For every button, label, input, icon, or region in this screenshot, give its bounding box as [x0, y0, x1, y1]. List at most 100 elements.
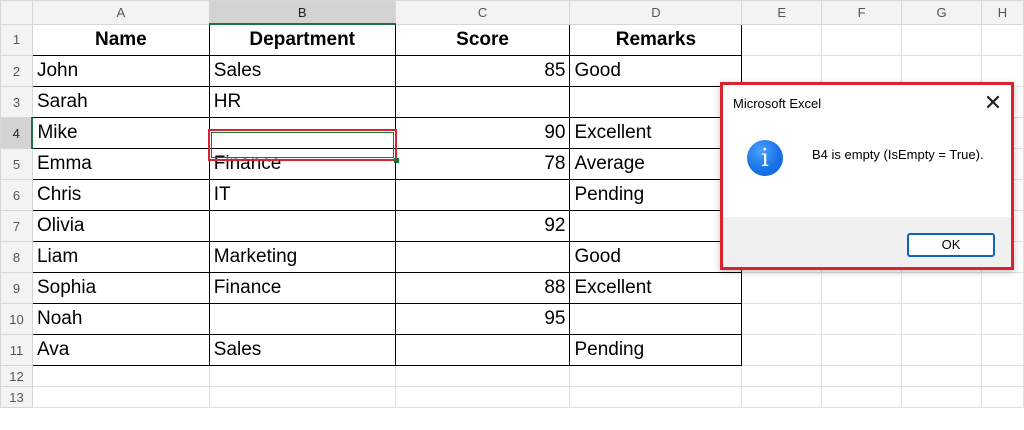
ok-button[interactable]: OK [907, 233, 995, 257]
cell[interactable] [394, 386, 571, 408]
cell[interactable] [208, 386, 396, 408]
cell[interactable] [821, 23, 903, 56]
cell[interactable]: Olivia [31, 210, 210, 242]
row-header[interactable]: 8 [0, 241, 33, 273]
cell[interactable] [821, 334, 903, 366]
row-header[interactable]: 11 [0, 334, 33, 366]
row-header[interactable]: 2 [0, 55, 33, 87]
column-header-d[interactable]: D [569, 0, 743, 25]
row-header[interactable]: 1 [0, 23, 33, 56]
cell[interactable]: Sales [208, 334, 396, 366]
cell[interactable] [394, 86, 571, 118]
cell[interactable]: Sophia [31, 272, 210, 304]
row-header[interactable]: 12 [0, 365, 33, 387]
cell[interactable] [821, 303, 903, 335]
cell[interactable]: 78 [394, 148, 571, 180]
cell[interactable] [569, 303, 743, 335]
cell[interactable] [741, 272, 823, 304]
cell[interactable]: Pending [569, 179, 743, 211]
cell[interactable]: Marketing [208, 241, 396, 273]
row-header[interactable]: 3 [0, 86, 33, 118]
cell[interactable]: 95 [394, 303, 571, 335]
cell[interactable]: Chris [31, 179, 210, 211]
cell[interactable] [980, 365, 1024, 387]
row-header[interactable]: 13 [0, 386, 33, 408]
row-header[interactable]: 4 [0, 117, 34, 149]
cell[interactable]: 85 [394, 55, 571, 87]
cell[interactable]: Mike [31, 117, 210, 149]
cell[interactable] [31, 365, 210, 387]
cell[interactable] [980, 386, 1024, 408]
cell[interactable] [569, 386, 743, 408]
row-header[interactable]: 6 [0, 179, 33, 211]
cell[interactable]: Finance [208, 148, 396, 180]
select-all-corner[interactable] [0, 0, 33, 25]
cell[interactable]: Pending [569, 334, 743, 366]
header-cell[interactable]: Name [31, 23, 210, 56]
cell[interactable]: Finance [208, 272, 396, 304]
cell[interactable]: Ava [31, 334, 210, 366]
cell[interactable]: Noah [31, 303, 210, 335]
cell[interactable] [901, 23, 982, 56]
dialog-title-bar[interactable]: Microsoft Excel ✕ [723, 85, 1011, 121]
cell[interactable] [901, 303, 982, 335]
cell[interactable] [31, 386, 210, 408]
cell[interactable] [901, 386, 982, 408]
cell[interactable] [980, 334, 1024, 366]
cell[interactable] [208, 365, 396, 387]
cell[interactable]: Excellent [569, 272, 743, 304]
cell[interactable] [980, 23, 1024, 56]
cell[interactable] [741, 303, 823, 335]
cell[interactable] [980, 303, 1024, 335]
close-icon[interactable]: ✕ [979, 89, 1007, 117]
cell[interactable]: HR [208, 86, 396, 118]
cell[interactable] [821, 272, 903, 304]
cell[interactable] [741, 334, 823, 366]
column-header-g[interactable]: G [901, 0, 982, 25]
column-header-f[interactable]: F [821, 0, 903, 25]
row-header[interactable]: 7 [0, 210, 33, 242]
header-cell[interactable]: Remarks [569, 23, 743, 56]
cell[interactable] [980, 272, 1024, 304]
column-header-b[interactable]: B [208, 0, 396, 25]
cell[interactable] [394, 179, 571, 211]
column-header-a[interactable]: A [31, 0, 210, 25]
active-cell-b4[interactable] [208, 117, 396, 149]
cell[interactable]: Sarah [31, 86, 210, 118]
header-cell[interactable]: Score [394, 23, 571, 56]
cell[interactable] [741, 365, 823, 387]
cell[interactable] [821, 386, 903, 408]
cell[interactable] [569, 86, 743, 118]
header-cell[interactable]: Department [208, 23, 396, 56]
cell[interactable]: Emma [31, 148, 210, 180]
row-header[interactable]: 5 [0, 148, 33, 180]
cell[interactable] [394, 334, 571, 366]
cell[interactable]: 90 [394, 117, 571, 149]
column-header-c[interactable]: C [394, 0, 571, 25]
cell[interactable] [741, 23, 823, 56]
cell[interactable] [901, 334, 982, 366]
cell[interactable] [901, 365, 982, 387]
cell[interactable]: 92 [394, 210, 571, 242]
cell[interactable] [569, 365, 743, 387]
column-header-h[interactable]: H [980, 0, 1024, 25]
row-header[interactable]: 10 [0, 303, 33, 335]
cell[interactable]: Liam [31, 241, 210, 273]
cell[interactable] [901, 272, 982, 304]
cell[interactable]: IT [208, 179, 396, 211]
cell[interactable]: Average [569, 148, 743, 180]
row-header[interactable]: 9 [0, 272, 33, 304]
cell[interactable]: Excellent [569, 117, 743, 149]
cell[interactable] [569, 210, 743, 242]
column-header-e[interactable]: E [741, 0, 823, 25]
cell[interactable] [741, 386, 823, 408]
cell[interactable] [394, 365, 571, 387]
cell[interactable] [208, 303, 396, 335]
cell[interactable] [394, 241, 571, 273]
cell[interactable] [208, 210, 396, 242]
cell[interactable]: Good [569, 241, 743, 273]
cell[interactable]: John [31, 55, 210, 87]
cell[interactable]: 88 [394, 272, 571, 304]
cell[interactable]: Good [569, 55, 743, 87]
cell[interactable]: Sales [208, 55, 396, 87]
